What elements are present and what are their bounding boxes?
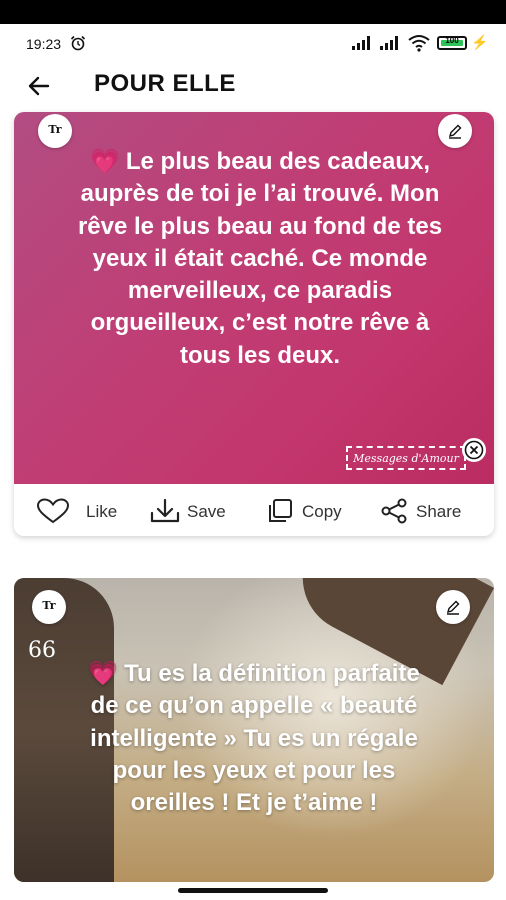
edit-button[interactable] bbox=[436, 590, 470, 624]
quote-mark-icon: 66 bbox=[28, 638, 56, 663]
save-button[interactable]: Save bbox=[150, 498, 240, 524]
signal-icon bbox=[352, 36, 370, 50]
quote-body: Tu es la définition parfaite de ce qu’on… bbox=[90, 660, 420, 817]
quote-text: 💗 Tu es la définition parfaite de ce qu’o… bbox=[74, 658, 434, 819]
close-icon bbox=[464, 440, 484, 460]
edit-button[interactable] bbox=[438, 114, 472, 148]
download-icon bbox=[150, 498, 180, 523]
watermark-close-button[interactable] bbox=[462, 438, 486, 462]
save-label: Save bbox=[187, 502, 226, 521]
share-label: Share bbox=[416, 502, 462, 521]
copy-button[interactable]: Copy bbox=[266, 498, 356, 524]
battery-level: 100 bbox=[445, 36, 459, 45]
font-style-button[interactable]: Tr bbox=[32, 590, 66, 624]
share-button[interactable]: Share bbox=[380, 498, 476, 524]
quote-card: Tr 💗 Le plus beau des cadeaux, auprès de … bbox=[14, 112, 494, 536]
status-bar: 19:23 100 ⚡ bbox=[0, 24, 506, 62]
like-button[interactable]: Like bbox=[36, 498, 132, 524]
watermark: Messages d'Amour bbox=[346, 446, 466, 470]
copy-icon bbox=[269, 499, 292, 522]
heart-outline-icon bbox=[36, 498, 70, 524]
quote-text: 💗 Le plus beau des cadeaux, auprès de toi… bbox=[70, 146, 450, 372]
alarm-icon bbox=[70, 35, 86, 51]
arrow-left-icon[interactable] bbox=[24, 72, 54, 100]
system-top-bar bbox=[0, 0, 506, 24]
font-style-button[interactable]: Tr bbox=[38, 114, 72, 148]
heart-emoji-icon: 💗 bbox=[89, 148, 120, 175]
share-icon bbox=[381, 498, 407, 524]
watermark-label: Messages d'Amour bbox=[353, 452, 459, 465]
quote-body: Le plus beau des cadeaux, auprès de toi … bbox=[77, 148, 443, 369]
font-style-label: Tr bbox=[48, 123, 62, 136]
card-actions: Like Save Copy Share bbox=[14, 484, 494, 536]
pencil-icon bbox=[448, 124, 462, 139]
wifi-icon bbox=[408, 35, 430, 52]
pencil-icon bbox=[446, 600, 460, 615]
copy-label: Copy bbox=[302, 502, 342, 521]
signal-icon-2 bbox=[380, 36, 398, 50]
page-title: POUR ELLE bbox=[94, 70, 236, 97]
quote-card-2: Tr 66 💗 Tu es la définition parfaite de c… bbox=[14, 578, 494, 882]
home-indicator[interactable] bbox=[178, 888, 328, 893]
battery-icon: 100 bbox=[437, 36, 467, 50]
status-time: 19:23 bbox=[26, 36, 62, 52]
heart-emoji-icon: 💗 bbox=[88, 660, 119, 687]
like-label: Like bbox=[86, 502, 118, 521]
charging-icon: ⚡ bbox=[471, 34, 489, 50]
app-bar: POUR ELLE bbox=[0, 62, 506, 110]
font-style-label: Tr bbox=[42, 599, 56, 612]
